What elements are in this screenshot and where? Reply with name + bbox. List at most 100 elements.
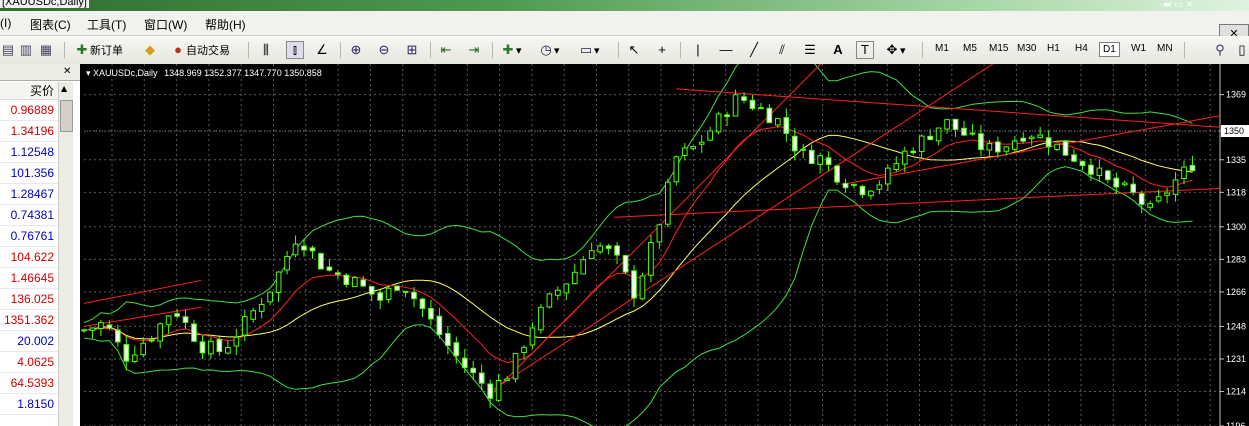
equidistant-channel-icon[interactable]: ⫽ [774,40,790,60]
candle-body [639,275,646,300]
candle-body [233,336,240,347]
market-watch-row[interactable]: 1351.362 [0,310,58,331]
market-watch-row[interactable]: 1.46645 [0,268,58,289]
candle-body [351,277,358,288]
bar-chart-icon[interactable]: ⫼ [258,40,274,60]
new-order-button[interactable]: ✚ 新订单 [74,40,123,60]
price-axis-label: 1369 [1226,90,1246,100]
auto-trade-button[interactable]: ● 自动交易 [170,40,230,60]
vertical-line-icon[interactable]: | [690,40,706,60]
menu-item-window[interactable]: 窗口(W) [144,16,187,33]
candle-body [478,372,485,384]
scrollbar-thumb[interactable] [60,100,73,132]
indicators-icon[interactable]: ✚ ▾ [500,40,522,60]
bid-column-header[interactable]: 买价 [0,82,58,100]
navigator-icon[interactable]: ▥ [18,40,34,60]
menu-item-view[interactable]: (I) [0,16,11,30]
terminal-icon[interactable]: ▦ [38,40,54,60]
chart-shift-icon[interactable]: ⇥ [466,40,482,60]
close-icon[interactable]: ✕ [63,66,71,77]
candle-body [436,315,443,336]
candle-body [504,378,510,381]
timeframe-w1[interactable]: W1 [1128,42,1149,55]
cursor-icon[interactable]: ↖ [626,40,642,60]
candle-body [859,185,866,196]
candle-body [284,256,290,271]
scroll-up-icon[interactable]: ▲ [61,84,67,93]
candle-body [978,133,984,151]
line-chart-icon[interactable]: ∠ [314,40,330,60]
candle-body [326,266,333,271]
candle-body [918,135,925,153]
market-watch-scrollbar[interactable]: ▲ [58,82,73,426]
zoom-in-icon[interactable]: ⊕ [348,40,364,60]
text-label-icon[interactable]: T [856,40,874,60]
timeframe-h4[interactable]: H4 [1072,42,1091,55]
candle-body [698,141,705,145]
toolbar: ▤ ▥ ▦ ✚ 新订单 ◆ ● 自动交易 ⫼ ⫾ ∠ ⊕ ⊖ ⊞ ⇤ ⇥ ✚ ▾ … [0,36,1249,65]
timeframe-m15[interactable]: M15 [986,42,1011,55]
menu-item-help[interactable]: 帮助(H) [205,16,246,33]
candle-body [555,289,561,296]
horizontal-line-icon[interactable]: — [718,40,734,60]
market-watch-row[interactable]: 104.622 [0,247,58,268]
market-watch-row[interactable]: 1.34196 [0,121,58,142]
price-axis-label: 1300 [1226,222,1246,232]
market-watch-row[interactable]: 101.356 [0,163,58,184]
candle-body [893,163,900,171]
candle-body [910,150,917,154]
menu-item-chart[interactable]: 图表(C) [30,16,71,33]
timeframe-m30[interactable]: M30 [1014,42,1039,55]
timeframe-mn[interactable]: MN [1154,42,1176,55]
arrows-icon[interactable]: ✥ ▾ [884,40,906,60]
more-icon[interactable]: ▯ [1234,40,1249,60]
candle-body [199,341,206,354]
market-watch-row[interactable]: 1.12548 [0,142,58,163]
tile-windows-icon[interactable]: ⊞ [404,40,420,60]
periods-icon[interactable]: ◷ ▾ [538,40,559,60]
candle-body [724,114,730,118]
trendline-icon[interactable]: ╱ [746,40,762,60]
window-controls[interactable]: ▬ ▭ ✕ [1163,0,1193,10]
candlestick-icon[interactable]: ⫾ [286,40,304,60]
auto-scroll-icon[interactable]: ⇤ [438,40,454,60]
menu-item-tools[interactable]: 工具(T) [87,16,126,33]
zoom-out-icon[interactable]: ⊖ [376,40,392,60]
market-watch-row[interactable]: 1.8150 [0,394,58,415]
market-watch-icon[interactable]: ▤ [0,40,16,60]
candle-body [411,291,417,300]
bollinger-lower-band [83,166,1193,426]
market-watch-row[interactable]: 0.74381 [0,205,58,226]
market-watch-row[interactable]: 136.025 [0,289,58,310]
templates-icon[interactable]: ▭ ▾ [578,40,600,60]
market-watch-row[interactable]: 0.96889 [0,100,58,121]
market-watch-row[interactable]: 20.002 [0,331,58,352]
market-watch-row[interactable]: 64.5393 [0,373,58,394]
candle-body [157,323,163,342]
candle-body [115,329,121,343]
metaeditor-icon[interactable]: ◆ [142,40,158,60]
chart-dropdown-icon[interactable]: ▾ [86,68,91,78]
crosshair-icon[interactable]: + [654,40,670,60]
candle-body [834,165,840,183]
market-watch-row[interactable]: 1.28467 [0,184,58,205]
market-watch-row[interactable]: 4.0625 [0,352,58,373]
price-axis-label: 1248 [1226,321,1246,331]
timeframe-d1[interactable]: D1 [1099,42,1120,57]
search-icon[interactable]: ⚲ [1212,40,1228,60]
candle-body [961,127,967,136]
timeframe-m5[interactable]: M5 [960,42,980,55]
candle-body [732,94,739,117]
text-icon[interactable]: A [830,40,846,60]
menu-bar: (I) 图表(C) 工具(T) 窗口(W) 帮助(H) ✕ [0,11,1249,44]
fibonacci-icon[interactable]: ☰ [802,40,818,60]
timeframe-h1[interactable]: H1 [1044,42,1063,55]
chart-window[interactable]: 1369 1350 1335 1318 1300 1283 1266 1248 1231 1214… [80,64,1249,426]
price-chart[interactable]: 1369 1350 1335 1318 1300 1283 1266 1248 1231 1214… [80,64,1249,426]
candle-body [868,190,874,197]
timeframe-m1[interactable]: M1 [932,42,952,55]
price-axis-label: 1335 [1226,155,1246,165]
market-watch-row[interactable]: 0.76761 [0,226,58,247]
candle-body [106,324,113,329]
candle-body [842,182,849,189]
